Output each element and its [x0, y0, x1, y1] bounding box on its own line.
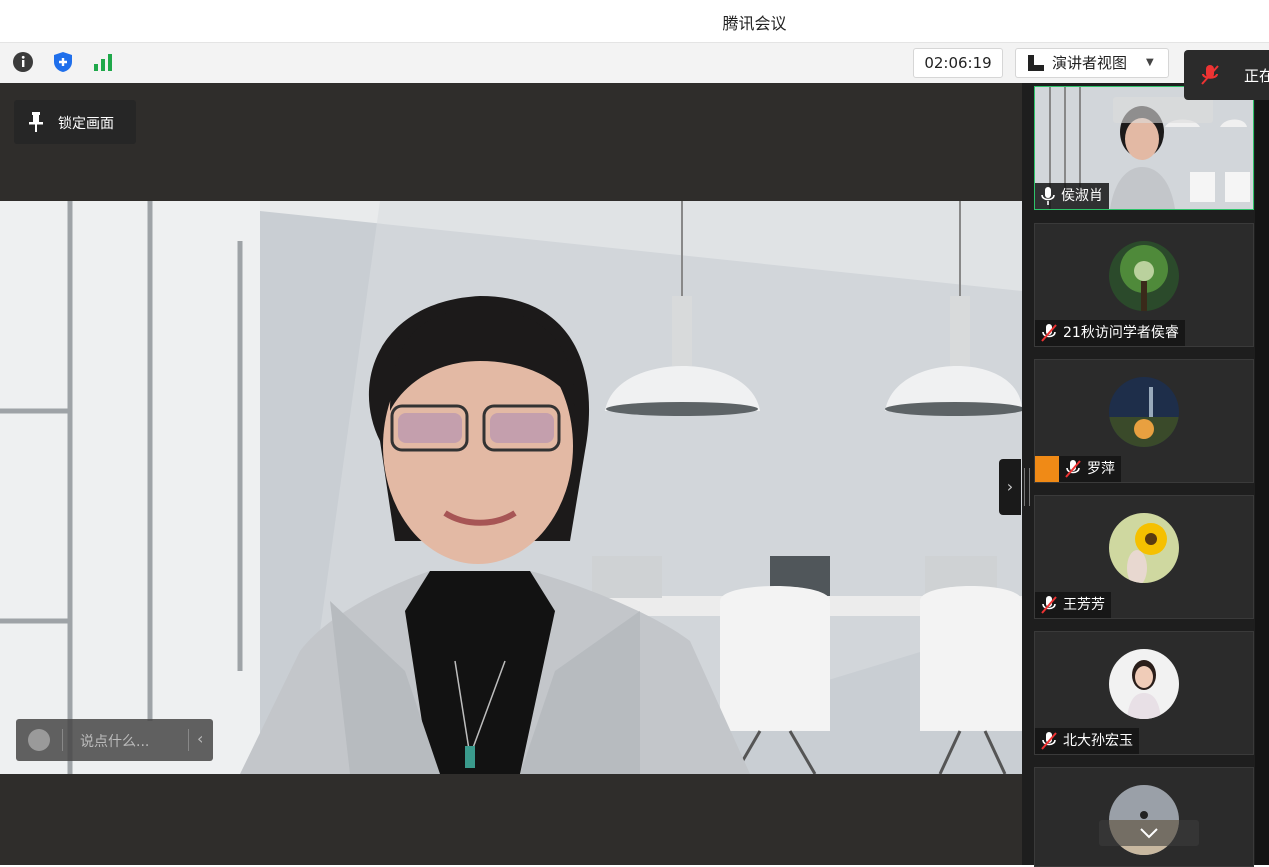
mic-muted-icon — [1201, 65, 1219, 85]
avatar — [1109, 513, 1179, 583]
chevron-left-icon[interactable]: ‹ — [197, 729, 203, 748]
participant-name-tag: 21秋访问学者侯睿 — [1035, 320, 1185, 346]
scroll-down-button[interactable] — [1099, 820, 1199, 846]
participant-tile[interactable]: 王芳芳 — [1034, 495, 1254, 619]
avatar — [1109, 241, 1179, 311]
participant-tile[interactable] — [1034, 767, 1254, 867]
host-avatar-icon — [1035, 456, 1059, 482]
mic-muted-icon — [1065, 460, 1081, 478]
lock-view-label: 锁定画面 — [58, 116, 114, 132]
shield-icon[interactable] — [52, 51, 74, 73]
title-bar: 腾讯会议 — [0, 0, 1269, 42]
pin-icon — [29, 112, 43, 132]
mic-muted-icon — [1041, 596, 1057, 614]
collapse-sidebar-button[interactable]: › — [999, 459, 1021, 515]
speaker-view-dropdown[interactable]: 演讲者视图 ▼ — [1015, 48, 1169, 78]
divider — [62, 729, 63, 751]
divider — [188, 729, 189, 751]
chevron-down-icon: ▼ — [1146, 57, 1154, 68]
mic-icon — [1041, 187, 1055, 205]
sidebar-scroll-rail[interactable] — [1255, 83, 1269, 865]
info-icon[interactable] — [12, 51, 34, 73]
view-label: 演讲者视图 — [1052, 54, 1128, 72]
participant-name-tag: 北大孙宏玉 — [1035, 728, 1139, 754]
chevron-right-icon: › — [1006, 477, 1014, 496]
scroll-up-button[interactable] — [1113, 97, 1213, 123]
speaking-label: 正在 — [1244, 67, 1269, 85]
participant-tile[interactable]: 21秋访问学者侯睿 — [1034, 223, 1254, 347]
meeting-toolbar: 02:06:19 演讲者视图 ▼ — [0, 42, 1269, 84]
avatar — [1109, 649, 1179, 719]
participant-name-tag: 王芳芳 — [1035, 592, 1111, 618]
emoji-icon[interactable] — [28, 729, 50, 751]
mic-muted-icon — [1041, 732, 1057, 750]
avatar — [1109, 377, 1179, 447]
speaker-video — [0, 201, 1022, 774]
participant-list[interactable]: 侯淑肖 21秋访问学者侯睿 罗萍 王芳芳 北大孙宏玉 — [1022, 83, 1269, 867]
speaking-indicator[interactable]: 正在 — [1184, 50, 1269, 100]
chat-input-bar[interactable]: 说点什么... ‹ — [16, 719, 213, 761]
chat-placeholder: 说点什么... — [80, 734, 150, 750]
signal-icon[interactable] — [92, 51, 114, 73]
participant-name-tag: 侯淑肖 — [1035, 183, 1109, 209]
resize-handle[interactable] — [1024, 468, 1030, 506]
participant-tile[interactable]: 北大孙宏玉 — [1034, 631, 1254, 755]
chevron-down-icon — [1140, 828, 1158, 839]
participant-name-tag: 罗萍 — [1035, 456, 1121, 482]
main-video-stage: 锁定画面 说点什么... ‹ — [0, 83, 1022, 865]
mic-muted-icon — [1041, 324, 1057, 342]
window-title: 腾讯会议 — [722, 14, 787, 33]
meeting-timer: 02:06:19 — [913, 48, 1003, 78]
layout-icon — [1028, 55, 1044, 71]
lock-view-button[interactable]: 锁定画面 — [14, 100, 136, 144]
participant-tile[interactable]: 罗萍 — [1034, 359, 1254, 483]
participant-tile[interactable]: 侯淑肖 — [1034, 86, 1254, 210]
